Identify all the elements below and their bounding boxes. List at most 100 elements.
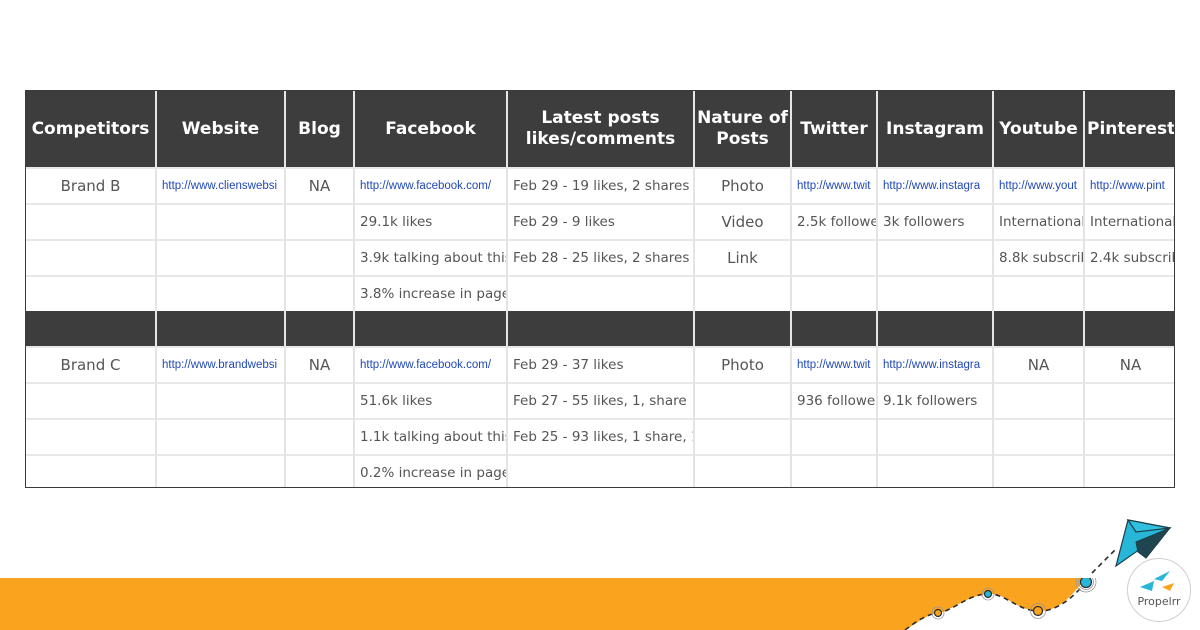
cell-youtube [992, 418, 1084, 455]
cell-instagram [876, 239, 993, 276]
cell-instagram [876, 275, 993, 311]
separator-cell [790, 311, 877, 347]
footer-orange-band [0, 578, 1097, 630]
cell-competitor [26, 454, 156, 487]
cell-website [155, 275, 285, 311]
header-latest-posts: Latest posts likes/comments [506, 91, 694, 168]
table-row: 3.9k talking about this Feb 28 - 25 likes… [26, 239, 1174, 276]
header-twitter: Twitter [790, 91, 877, 168]
cell-blog [284, 203, 354, 240]
cell-competitor [26, 275, 156, 311]
cell-pinterest-link[interactable]: http://www.pint [1083, 167, 1174, 204]
separator-cell [876, 311, 993, 347]
logo-wordmark: Propelrr [1137, 595, 1181, 608]
cell-competitor [26, 203, 156, 240]
cell-blog [284, 418, 354, 455]
cell-pinterest: NA [1083, 346, 1174, 383]
separator-cell [26, 311, 156, 347]
table-row: 3.8% increase in page l [26, 275, 1174, 311]
header-website: Website [155, 91, 285, 168]
cell-instagram [876, 418, 993, 455]
cell-instagram [876, 454, 993, 487]
brand-separator-row [26, 311, 1174, 347]
separator-cell [284, 311, 354, 347]
cell-twitter [790, 418, 877, 455]
cell-youtube: NA [992, 346, 1084, 383]
table-row: 1.1k talking about this Feb 25 - 93 likes… [26, 418, 1174, 455]
cell-blog [284, 275, 354, 311]
cell-website-link[interactable]: http://www.clienswebsi [155, 167, 285, 204]
cell-facebook: 1.1k talking about this [353, 418, 507, 455]
cell-instagram: 3k followers [876, 203, 993, 240]
table-row: 0.2% increase in page l [26, 454, 1174, 487]
cell-website [155, 418, 285, 455]
cell-latest-posts [506, 454, 694, 487]
cell-website [155, 203, 285, 240]
cell-competitor [26, 382, 156, 419]
cell-youtube [992, 454, 1084, 487]
cell-website-link[interactable]: http://www.brandwebsi [155, 346, 285, 383]
cell-latest-posts: Feb 29 - 19 likes, 2 shares [506, 167, 694, 204]
cell-latest-posts: Feb 27 - 55 likes, 1, share [506, 382, 694, 419]
cell-twitter [790, 454, 877, 487]
table-row: 29.1k likes Feb 29 - 9 likes Video 2.5k fol… [26, 203, 1174, 240]
cell-youtube-link[interactable]: http://www.yout [992, 167, 1084, 204]
cell-instagram-link[interactable]: http://www.instagra [876, 167, 993, 204]
cell-twitter [790, 239, 877, 276]
cell-nature-of-posts: Video [693, 203, 791, 240]
separator-cell [1083, 311, 1174, 347]
table-body: Brand Bhttp://www.clienswebsi NA http://ww… [26, 167, 1174, 487]
cell-twitter-link[interactable]: http://www.twit [790, 346, 877, 383]
header-youtube: Youtube [992, 91, 1084, 168]
separator-cell [353, 311, 507, 347]
cell-facebook: 3.9k talking about this [353, 239, 507, 276]
cell-nature-of-posts [693, 418, 791, 455]
cell-nature-of-posts [693, 275, 791, 311]
header-pinterest: Pinterest [1083, 91, 1174, 168]
cell-website [155, 239, 285, 276]
cell-pinterest: International [1083, 203, 1174, 240]
cell-competitor [26, 418, 156, 455]
table-row: Brand Bhttp://www.clienswebsi NA http://ww… [26, 167, 1174, 204]
header-blog: Blog [284, 91, 354, 168]
cell-website [155, 454, 285, 487]
header-facebook: Facebook [353, 91, 507, 168]
dashed-flight-path-plane [1091, 548, 1117, 574]
cell-latest-posts: Feb 25 - 93 likes, 1 share, 1 [506, 418, 694, 455]
cell-facebook: 29.1k likes [353, 203, 507, 240]
cell-facebook: 51.6k likes [353, 382, 507, 419]
separator-cell [992, 311, 1084, 347]
cell-facebook: 3.8% increase in page l [353, 275, 507, 311]
cell-blog [284, 454, 354, 487]
cell-youtube [992, 382, 1084, 419]
table-header-row: Competitors Website Blog Facebook Latest… [26, 91, 1174, 168]
cell-instagram-link[interactable]: http://www.instagra [876, 346, 993, 383]
cell-twitter [790, 275, 877, 311]
separator-cell [155, 311, 285, 347]
cell-twitter-link[interactable]: http://www.twit [790, 167, 877, 204]
cell-blog: NA [284, 346, 354, 383]
cell-instagram: 9.1k followers [876, 382, 993, 419]
cell-nature-of-posts: Photo [693, 167, 791, 204]
cell-pinterest [1083, 454, 1174, 487]
cell-latest-posts [506, 275, 694, 311]
cell-pinterest [1083, 418, 1174, 455]
cell-blog: NA [284, 167, 354, 204]
cell-facebook-link[interactable]: http://www.facebook.com/ [353, 346, 507, 383]
cell-pinterest: 2.4k subscrib [1083, 239, 1174, 276]
cell-youtube: 8.8k subscrib [992, 239, 1084, 276]
cell-twitter: 936 followe [790, 382, 877, 419]
competitor-table-container: Competitors Website Blog Facebook Latest… [25, 90, 1175, 488]
header-competitors: Competitors [26, 91, 156, 168]
propelrr-logo: Propelrr [1127, 558, 1191, 622]
cell-competitor: Brand B [26, 167, 156, 204]
cell-nature-of-posts [693, 454, 791, 487]
separator-cell [693, 311, 791, 347]
table-row: Brand Chttp://www.brandwebsi NA http://www… [26, 346, 1174, 383]
table-row: 51.6k likes Feb 27 - 55 likes, 1, share 93… [26, 382, 1174, 419]
cell-competitor [26, 239, 156, 276]
separator-cell [506, 311, 694, 347]
cell-facebook-link[interactable]: http://www.facebook.com/ [353, 167, 507, 204]
cell-youtube [992, 275, 1084, 311]
cell-twitter: 2.5k followe [790, 203, 877, 240]
